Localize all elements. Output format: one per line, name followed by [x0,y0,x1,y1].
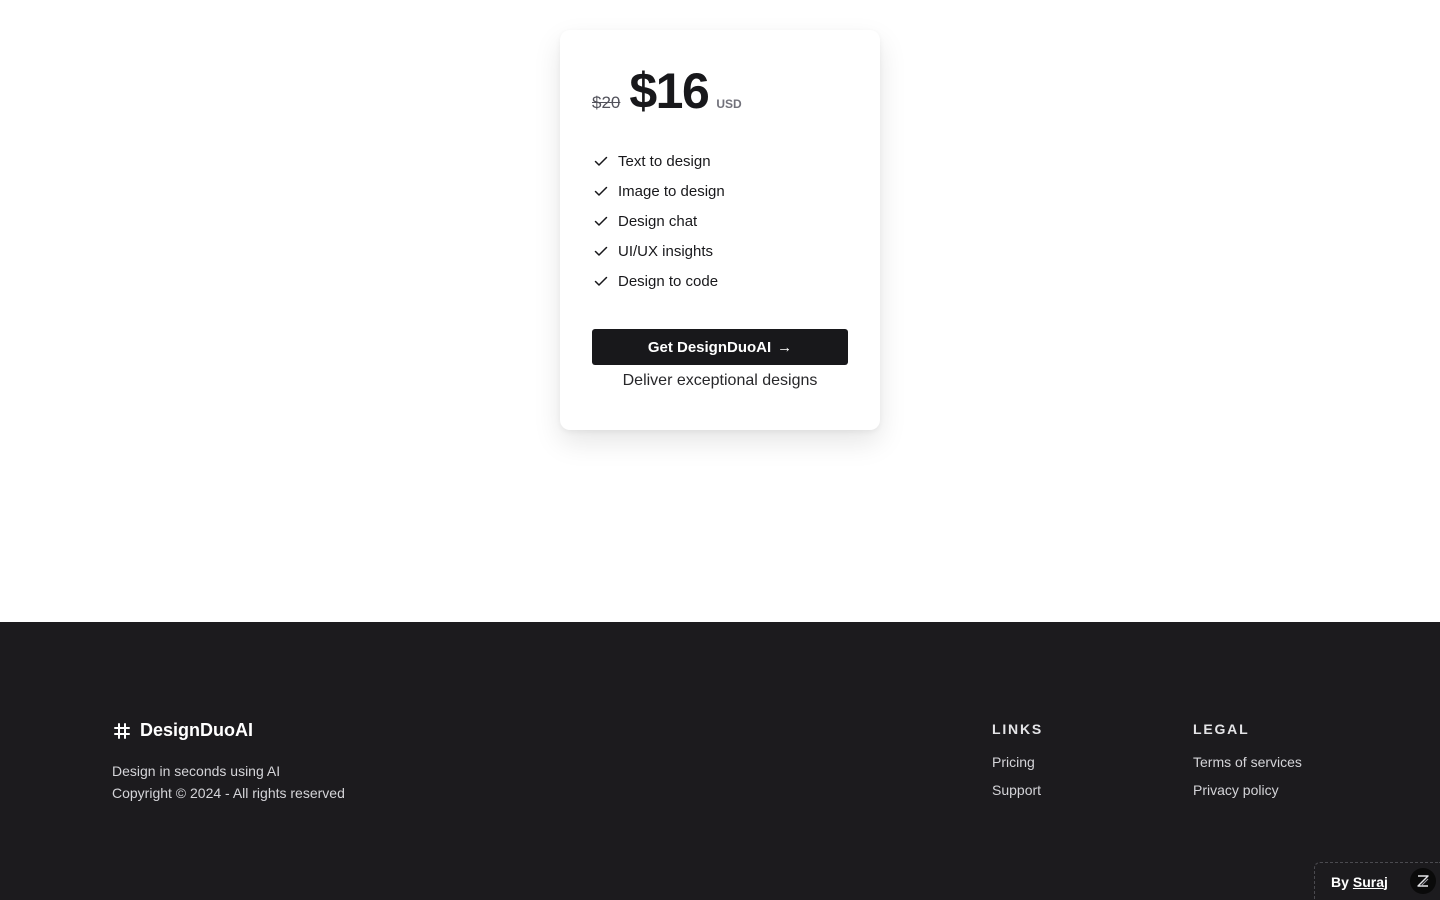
brand-description: Design in seconds using AI Copyright © 2… [112,760,345,804]
feature-label: Design chat [618,212,698,230]
footer-link-pricing[interactable]: Pricing [992,748,1043,776]
feature-list: Text to design Image to design Design ch… [592,146,848,296]
legal-heading: LEGAL [1193,721,1250,737]
check-icon [594,216,608,226]
footer-links-column: LINKS Pricing Support [992,720,1043,804]
feature-item: UI/UX insights [592,236,848,266]
feature-label: Design to code [618,272,719,290]
author-byline: By Suraj [1314,862,1440,900]
feature-item: Design chat [592,206,848,236]
arrow-right-icon: → [777,338,793,356]
hash-icon [114,722,130,739]
feature-label: UI/UX insights [618,242,714,260]
check-icon [594,156,608,166]
byline-prefix: By [1331,873,1349,890]
check-icon [594,276,608,286]
feature-item: Text to design [592,146,848,176]
check-icon [594,246,608,256]
footer-brand[interactable]: DesignDuoAI [112,720,253,741]
footer-link-terms[interactable]: Terms of services [1193,748,1302,776]
footer-link-support[interactable]: Support [992,776,1043,804]
copyright-text: Copyright © 2024 - All rights reserved [112,785,345,801]
cta-tagline: Deliver exceptional designs [622,372,818,389]
feature-item: Image to design [592,176,848,206]
brand-tagline: Design in seconds using AI [112,763,281,779]
current-price: $16 [629,63,709,119]
z-logo-icon[interactable] [1410,868,1436,894]
pricing-section: $20 $16 USD Text to design Image to desi… [0,0,1440,622]
footer-link-privacy[interactable]: Privacy policy [1193,776,1302,804]
pricing-card: $20 $16 USD Text to design Image to desi… [560,30,880,430]
check-icon [594,186,608,196]
price-row: $20 $16 USD [592,66,848,130]
currency-label: USD [716,97,742,111]
footer-legal-column: LEGAL Terms of services Privacy policy [1193,720,1302,804]
feature-item: Design to code [592,266,848,296]
links-heading: LINKS [992,721,1043,737]
site-footer: DesignDuoAI Design in seconds using AI C… [0,622,1440,900]
author-link[interactable]: Suraj [1353,874,1388,890]
get-designduoai-button[interactable]: Get DesignDuoAI → [592,329,848,365]
cta-label: Get DesignDuoAI [647,338,772,356]
feature-label: Image to design [618,182,725,200]
z-logo-glyph [1417,875,1429,887]
old-price: $20 [592,93,621,112]
feature-label: Text to design [618,152,711,170]
brand-name: DesignDuoAI [140,720,254,740]
